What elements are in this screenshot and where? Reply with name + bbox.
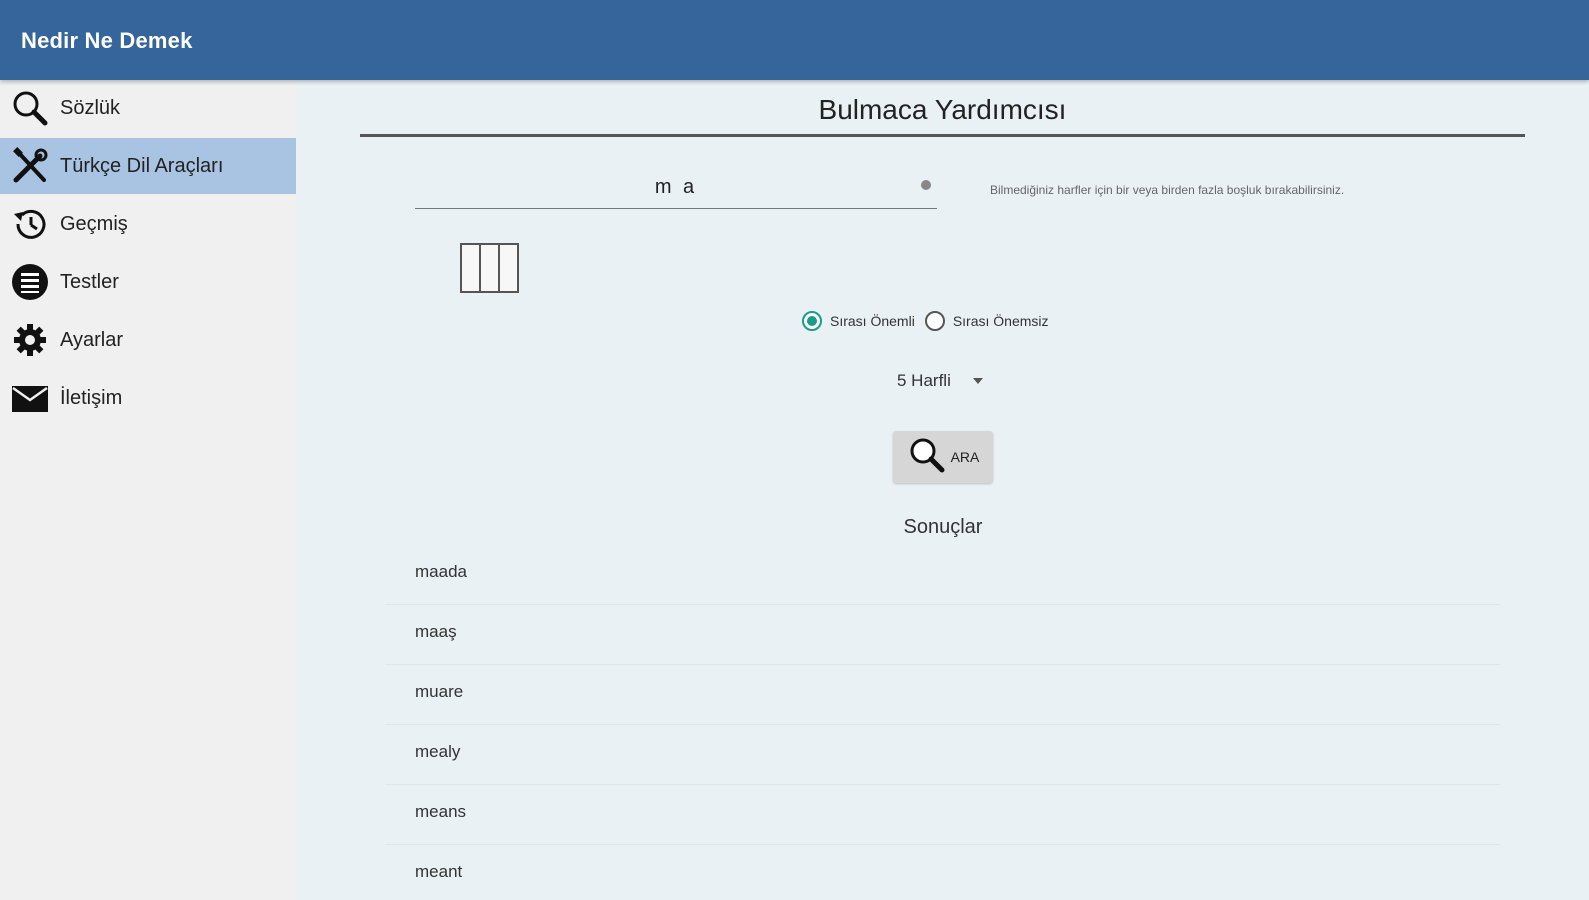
history-icon <box>10 204 50 244</box>
sidebar-item-gecmis[interactable]: Geçmiş <box>0 196 296 252</box>
search-button[interactable]: ARA <box>893 431 993 483</box>
list-icon <box>10 262 50 302</box>
list-item-label: maaş <box>415 622 457 641</box>
sidebar-item-label: Geçmiş <box>60 212 128 235</box>
chevron-down-icon <box>972 378 983 384</box>
list-item[interactable]: meant <box>385 845 1500 900</box>
list-item[interactable]: muare <box>385 665 1500 725</box>
length-select-value: 5 Harfli <box>897 371 951 390</box>
sidebar-item-label: Testler <box>60 270 119 293</box>
input-hint: Bilmediğiniz harfler için bir veya birde… <box>990 183 1345 197</box>
radio-button[interactable] <box>924 311 945 331</box>
tools-icon <box>10 146 50 186</box>
letter-boxes-icon[interactable] <box>460 243 519 293</box>
sidebar-item-label: Ayarlar <box>60 328 123 351</box>
letter-box <box>481 245 500 291</box>
sidebar-item-label: Türkçe Dil Araçları <box>60 154 224 177</box>
order-radio-group: Sırası Önemli Sırası Önemsiz <box>802 311 1059 331</box>
list-item-label: mealy <box>415 742 461 761</box>
list-item[interactable]: maada <box>385 545 1500 605</box>
letter-box <box>462 245 481 291</box>
list-item[interactable]: mealy <box>385 725 1500 785</box>
letter-box <box>500 245 517 291</box>
search-button-label: ARA <box>950 449 980 465</box>
sidebar-item-testler[interactable]: Testler <box>0 254 296 310</box>
list-item-label: muare <box>415 682 464 701</box>
results-list: maada maaş muare mealy means meant <box>385 545 1500 900</box>
list-item-label: maada <box>415 562 467 581</box>
list-item-label: meant <box>415 862 463 881</box>
sidebar-item-iletisim[interactable]: İletişim <box>0 370 296 426</box>
sidebar-item-turkce-dil-araclari[interactable]: Türkçe Dil Araçları <box>0 138 296 194</box>
page-title: Bulmaca Yardımcısı <box>360 94 1525 137</box>
radio-button[interactable] <box>802 311 822 331</box>
radio-order-unimportant[interactable]: Sırası Önemsiz <box>924 311 1049 331</box>
mail-icon <box>10 378 50 418</box>
sidebar-item-sozluk[interactable]: Sözlük <box>0 80 296 136</box>
radio-label: Sırası Önemli <box>830 313 915 329</box>
radio-label: Sırası Önemsiz <box>952 313 1049 329</box>
gear-icon <box>10 320 50 360</box>
length-select[interactable]: 5 Harfli <box>897 368 1007 394</box>
list-item-label: means <box>415 802 467 821</box>
clear-icon[interactable] <box>921 180 931 190</box>
search-icon <box>10 88 50 128</box>
sidebar-item-ayarlar[interactable]: Ayarlar <box>0 312 296 368</box>
radio-order-important[interactable]: Sırası Önemli <box>802 311 915 331</box>
list-item[interactable]: means <box>385 785 1500 845</box>
sidebar: Sözlük Türkçe Dil Araçları Geçmiş Testle… <box>0 80 296 900</box>
app-title: Nedir Ne Demek <box>21 28 193 53</box>
app-bar: Nedir Ne Demek <box>0 0 1589 80</box>
letters-input[interactable]: m a <box>415 172 937 209</box>
letters-input-value: m a <box>654 176 698 198</box>
sidebar-item-label: İletişim <box>60 386 123 409</box>
search-icon <box>907 435 947 480</box>
list-item[interactable]: maaş <box>385 605 1500 665</box>
sidebar-item-label: Sözlük <box>60 96 121 119</box>
results-title: Sonuçlar <box>903 516 983 538</box>
